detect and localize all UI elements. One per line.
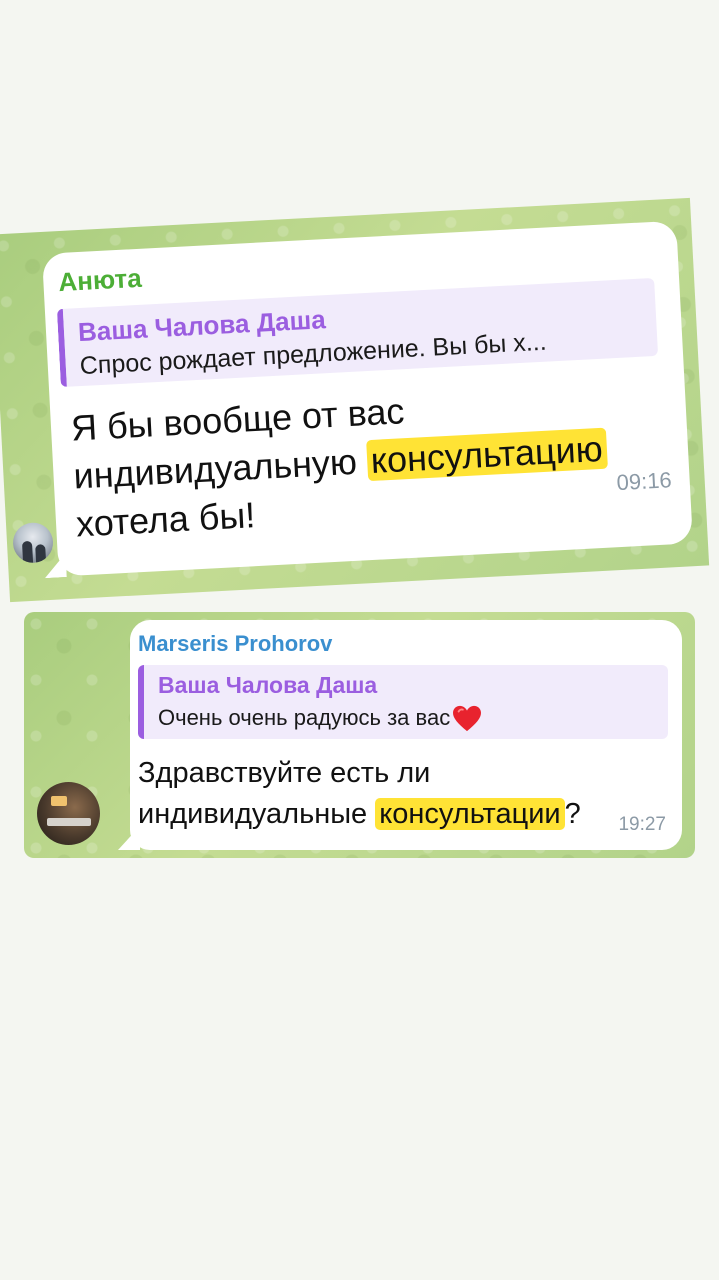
message-text: Здравствуйте есть ли индивидуальные конс… <box>138 753 628 835</box>
reply-text: Очень очень радуюсь за вас <box>158 705 451 730</box>
reply-text-line: Очень очень радуюсь за вас <box>158 705 482 733</box>
avatar-desk <box>47 818 91 826</box>
reply-quote[interactable]: Ваша Чалова Даша Очень очень радуюсь за … <box>138 665 668 739</box>
message-text: Я бы вообще от вас индивидуальную консул… <box>70 375 637 548</box>
highlighted-word: консультацию <box>365 427 608 482</box>
message-text-part: ? <box>564 798 581 830</box>
chat-screenshot-1: Анюта Ваша Чалова Даша Спрос рождает пре… <box>0 197 710 603</box>
message-bubble[interactable]: Marseris Prohorov Ваша Чалова Даша Очень… <box>130 620 682 850</box>
sender-name[interactable]: Анюта <box>58 263 143 298</box>
highlighted-word: консультации <box>375 798 565 830</box>
sender-name[interactable]: Marseris Prohorov <box>138 631 332 657</box>
message-text-part: хотела бы! <box>75 494 257 545</box>
message-time: 19:27 <box>618 814 666 835</box>
message-time: 09:16 <box>615 467 673 496</box>
reply-quote[interactable]: Ваша Чалова Даша Спрос рождает предложен… <box>56 277 659 388</box>
sender-avatar[interactable] <box>37 782 100 845</box>
chat-screenshot-2: Marseris Prohorov Ваша Чалова Даша Очень… <box>24 612 695 858</box>
avatar-figure <box>35 544 47 563</box>
message-text-part: Я бы вообще от вас индивидуальную <box>70 390 406 497</box>
sender-avatar[interactable] <box>12 521 55 564</box>
reply-author: Ваша Чалова Даша <box>158 672 378 698</box>
message-bubble[interactable]: Анюта Ваша Чалова Даша Спрос рождает пре… <box>41 220 693 577</box>
red-heart-icon <box>453 705 482 732</box>
avatar-figure <box>21 540 34 564</box>
avatar-lamp <box>51 796 67 806</box>
